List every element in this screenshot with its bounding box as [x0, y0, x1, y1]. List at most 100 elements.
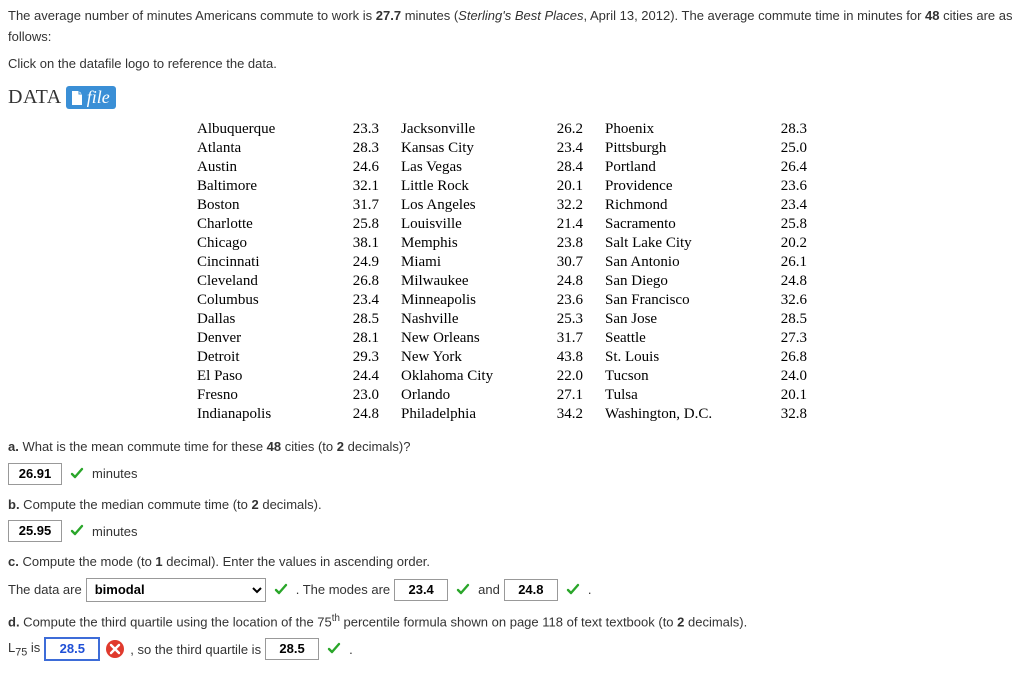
value-cell: 28.3	[329, 140, 399, 157]
city-cell: Columbus	[197, 292, 327, 309]
so-q3-label: , so the third quartile is	[130, 642, 261, 657]
datafile-logo[interactable]: DATA file	[8, 86, 116, 109]
city-cell: Indianapolis	[197, 406, 327, 423]
value-cell: 25.8	[329, 216, 399, 233]
avg-commute: 27.7	[376, 8, 401, 23]
l75-input[interactable]	[44, 637, 100, 661]
table-row: Cincinnati24.9Miami30.7San Antonio26.1	[197, 254, 827, 271]
city-cell: New York	[401, 349, 531, 366]
table-row: Dallas28.5Nashville25.3San Jose28.5	[197, 311, 827, 328]
value-cell: 24.8	[533, 273, 603, 290]
mean-input[interactable]	[8, 463, 62, 485]
table-row: Austin24.6Las Vegas28.4Portland26.4	[197, 159, 827, 176]
city-cell: Cleveland	[197, 273, 327, 290]
table-row: Charlotte25.8Louisville21.4Sacramento25.…	[197, 216, 827, 233]
value-cell: 26.2	[533, 121, 603, 138]
value-cell: 28.1	[329, 330, 399, 347]
l75-label: L75 is	[8, 640, 40, 659]
value-cell: 28.5	[329, 311, 399, 328]
city-cell: Atlanta	[197, 140, 327, 157]
value-cell: 31.7	[533, 330, 603, 347]
value-cell: 29.3	[329, 349, 399, 366]
check-icon	[68, 522, 86, 540]
city-cell: Chicago	[197, 235, 327, 252]
question-b: b. Compute the median commute time (to 2…	[8, 493, 1016, 516]
city-cell: Pittsburgh	[605, 140, 755, 157]
datafile-badge: file	[66, 86, 116, 109]
city-cell: Miami	[401, 254, 531, 271]
city-cell: Memphis	[401, 235, 531, 252]
value-cell: 28.5	[757, 311, 827, 328]
value-cell: 24.9	[329, 254, 399, 271]
city-cell: Minneapolis	[401, 292, 531, 309]
table-row: Cleveland26.8Milwaukee24.8San Diego24.8	[197, 273, 827, 290]
value-cell: 25.3	[533, 311, 603, 328]
city-cell: San Diego	[605, 273, 755, 290]
mode2-input[interactable]	[504, 579, 558, 601]
city-cell: Tucson	[605, 368, 755, 385]
data-are-label: The data are	[8, 582, 82, 597]
value-cell: 26.4	[757, 159, 827, 176]
city-cell: Little Rock	[401, 178, 531, 195]
city-cell: Phoenix	[605, 121, 755, 138]
city-cell: Salt Lake City	[605, 235, 755, 252]
value-cell: 23.0	[329, 387, 399, 404]
value-cell: 32.2	[533, 197, 603, 214]
value-cell: 27.1	[533, 387, 603, 404]
check-icon	[68, 465, 86, 483]
modality-select[interactable]: bimodal	[86, 578, 266, 602]
datafile-instruction: Click on the datafile logo to reference …	[8, 54, 1016, 75]
city-cell: El Paso	[197, 368, 327, 385]
city-cell: Las Vegas	[401, 159, 531, 176]
q3-input[interactable]	[265, 638, 319, 660]
city-cell: Philadelphia	[401, 406, 531, 423]
value-cell: 32.6	[757, 292, 827, 309]
city-cell: Providence	[605, 178, 755, 195]
check-icon	[325, 640, 343, 658]
city-cell: Boston	[197, 197, 327, 214]
city-cell: Oklahoma City	[401, 368, 531, 385]
value-cell: 43.8	[533, 349, 603, 366]
table-row: Detroit29.3New York43.8St. Louis26.8	[197, 349, 827, 366]
intro-text: The average number of minutes Americans …	[8, 6, 1016, 48]
check-icon	[454, 581, 472, 599]
city-cell: Jacksonville	[401, 121, 531, 138]
value-cell: 20.2	[757, 235, 827, 252]
value-cell: 28.4	[533, 159, 603, 176]
city-cell: Albuquerque	[197, 121, 327, 138]
value-cell: 25.8	[757, 216, 827, 233]
unit-label: minutes	[92, 524, 138, 539]
table-row: Fresno23.0Orlando27.1Tulsa20.1	[197, 387, 827, 404]
city-cell: Louisville	[401, 216, 531, 233]
check-icon	[564, 581, 582, 599]
cross-icon	[106, 640, 124, 658]
city-cell: San Francisco	[605, 292, 755, 309]
value-cell: 30.7	[533, 254, 603, 271]
value-cell: 24.4	[329, 368, 399, 385]
city-cell: Fresno	[197, 387, 327, 404]
city-cell: Orlando	[401, 387, 531, 404]
value-cell: 28.3	[757, 121, 827, 138]
value-cell: 24.0	[757, 368, 827, 385]
city-cell: Portland	[605, 159, 755, 176]
city-cell: Austin	[197, 159, 327, 176]
source-citation: Sterling's Best Places	[458, 8, 583, 23]
table-row: El Paso24.4Oklahoma City22.0Tucson24.0	[197, 368, 827, 385]
value-cell: 24.8	[329, 406, 399, 423]
city-cell: Kansas City	[401, 140, 531, 157]
value-cell: 23.4	[329, 292, 399, 309]
modes-are-label: . The modes are	[296, 582, 390, 597]
city-cell: Detroit	[197, 349, 327, 366]
question-c: c. Compute the mode (to 1 decimal). Ente…	[8, 550, 1016, 573]
city-cell: Sacramento	[605, 216, 755, 233]
table-row: Columbus23.4Minneapolis23.6San Francisco…	[197, 292, 827, 309]
mode1-input[interactable]	[394, 579, 448, 601]
city-cell: Washington, D.C.	[605, 406, 755, 423]
value-cell: 20.1	[533, 178, 603, 195]
value-cell: 23.4	[533, 140, 603, 157]
table-row: Baltimore32.1Little Rock20.1Providence23…	[197, 178, 827, 195]
table-row: Atlanta28.3Kansas City23.4Pittsburgh25.0	[197, 140, 827, 157]
median-input[interactable]	[8, 520, 62, 542]
city-cell: San Jose	[605, 311, 755, 328]
city-cell: Richmond	[605, 197, 755, 214]
